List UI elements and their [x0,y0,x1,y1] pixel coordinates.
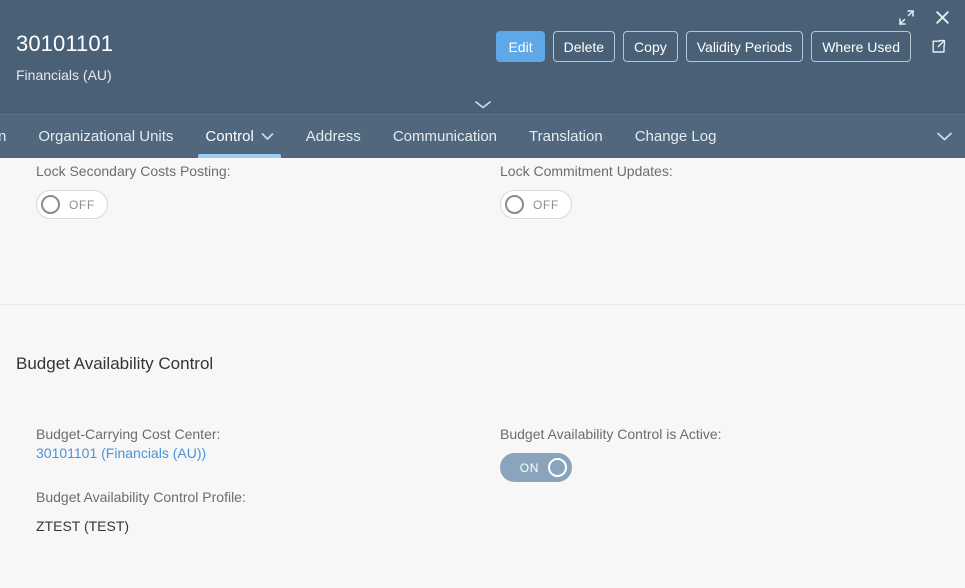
header-title-and-actions: 30101101 Financials (AU) Edit Delete Cop… [0,28,965,90]
tab-label: Control [205,127,254,145]
lock-commitment-updates-switch[interactable]: OFF [500,190,572,219]
lock-commitment-updates-label: Lock Commitment Updates: [500,163,673,179]
tab-label: n [0,127,7,145]
lock-commitment-updates-field: Lock Commitment Updates: OFF [500,162,965,219]
lock-settings-section: Lock Secondary Costs Posting: OFF Lock C… [0,158,965,219]
lock-settings-grid: Lock Secondary Costs Posting: OFF Lock C… [0,162,965,219]
object-page-header: 30101101 Financials (AU) Edit Delete Cop… [0,0,965,115]
where-used-button[interactable]: Where Used [811,31,911,62]
tab-label: Translation [529,127,603,145]
tab-label: Address [305,127,361,145]
tab-change-log[interactable]: Change Log [619,115,733,158]
tab-list: n Organizational Units Control Address C… [0,115,923,158]
budget-availability-active-label: Budget Availability Control is Active: [500,426,722,442]
object-page-content: Lock Secondary Costs Posting: OFF Lock C… [0,158,965,588]
copy-button[interactable]: Copy [623,31,678,62]
tab-organizational-units[interactable]: Organizational Units [22,115,189,158]
budget-fields-grid: Budget-Carrying Cost Center: 30101101 (F… [0,425,965,536]
header-collapse-strip [0,93,965,115]
share-icon[interactable] [923,32,953,62]
budget-section-title: Budget Availability Control [16,354,214,373]
lock-secondary-costs-field: Lock Secondary Costs Posting: OFF [0,162,500,219]
tab-control[interactable]: Control [189,115,289,158]
object-page: 30101101 Financials (AU) Edit Delete Cop… [0,0,965,588]
collapse-header-chevron-icon[interactable] [455,94,511,114]
budget-availability-control-profile-value: ZTEST (TEST) [36,518,130,534]
switch-knob [548,458,567,477]
tabbar-overflow-chevron-down-icon[interactable] [923,115,965,158]
tab-label: Change Log [634,127,717,145]
budget-availability-active-field: Budget Availability Control is Active: O… [500,425,965,482]
header-action-bar: Edit Delete Copy Validity Periods Where … [496,28,965,62]
header-tool-icons [895,4,953,30]
lock-secondary-costs-label: Lock Secondary Costs Posting: [36,163,231,179]
tab-translation[interactable]: Translation [513,115,619,158]
lock-secondary-costs-switch[interactable]: OFF [36,190,108,219]
page-subtitle: Financials (AU) [16,67,112,83]
tab-address[interactable]: Address [290,115,377,158]
delete-button[interactable]: Delete [552,31,616,62]
edit-button[interactable]: Edit [496,31,545,62]
budget-availability-control-section: Budget Availability Control Budget-Carry… [0,305,965,536]
budget-availability-active-switch[interactable]: ON [500,453,572,482]
tab-label: Organizational Units [38,127,174,145]
budget-carrying-cost-center-label: Budget-Carrying Cost Center: [36,426,221,442]
tab-label: Communication [392,127,498,145]
enter-full-screen-icon[interactable] [895,6,917,28]
validity-periods-button[interactable]: Validity Periods [685,31,804,62]
icon-tab-bar: n Organizational Units Control Address C… [0,115,965,158]
tab-communication[interactable]: Communication [377,115,513,158]
budget-availability-control-profile-label: Budget Availability Control Profile: [36,489,246,505]
header-title-block: 30101101 Financials (AU) [0,28,496,85]
switch-state-label: ON [519,460,539,475]
tab-truncated-left[interactable]: n [0,115,22,158]
close-icon[interactable] [931,6,953,28]
budget-carrying-cost-center-field: Budget-Carrying Cost Center: 30101101 (F… [0,425,500,536]
chevron-down-icon[interactable] [261,132,274,141]
page-title: 30101101 [16,31,114,56]
switch-state-label: OFF [533,197,559,212]
budget-carrying-cost-center-link[interactable]: 30101101 (Financials (AU)) [36,445,206,461]
switch-state-label: OFF [69,197,95,212]
switch-knob [41,195,60,214]
switch-knob [505,195,524,214]
